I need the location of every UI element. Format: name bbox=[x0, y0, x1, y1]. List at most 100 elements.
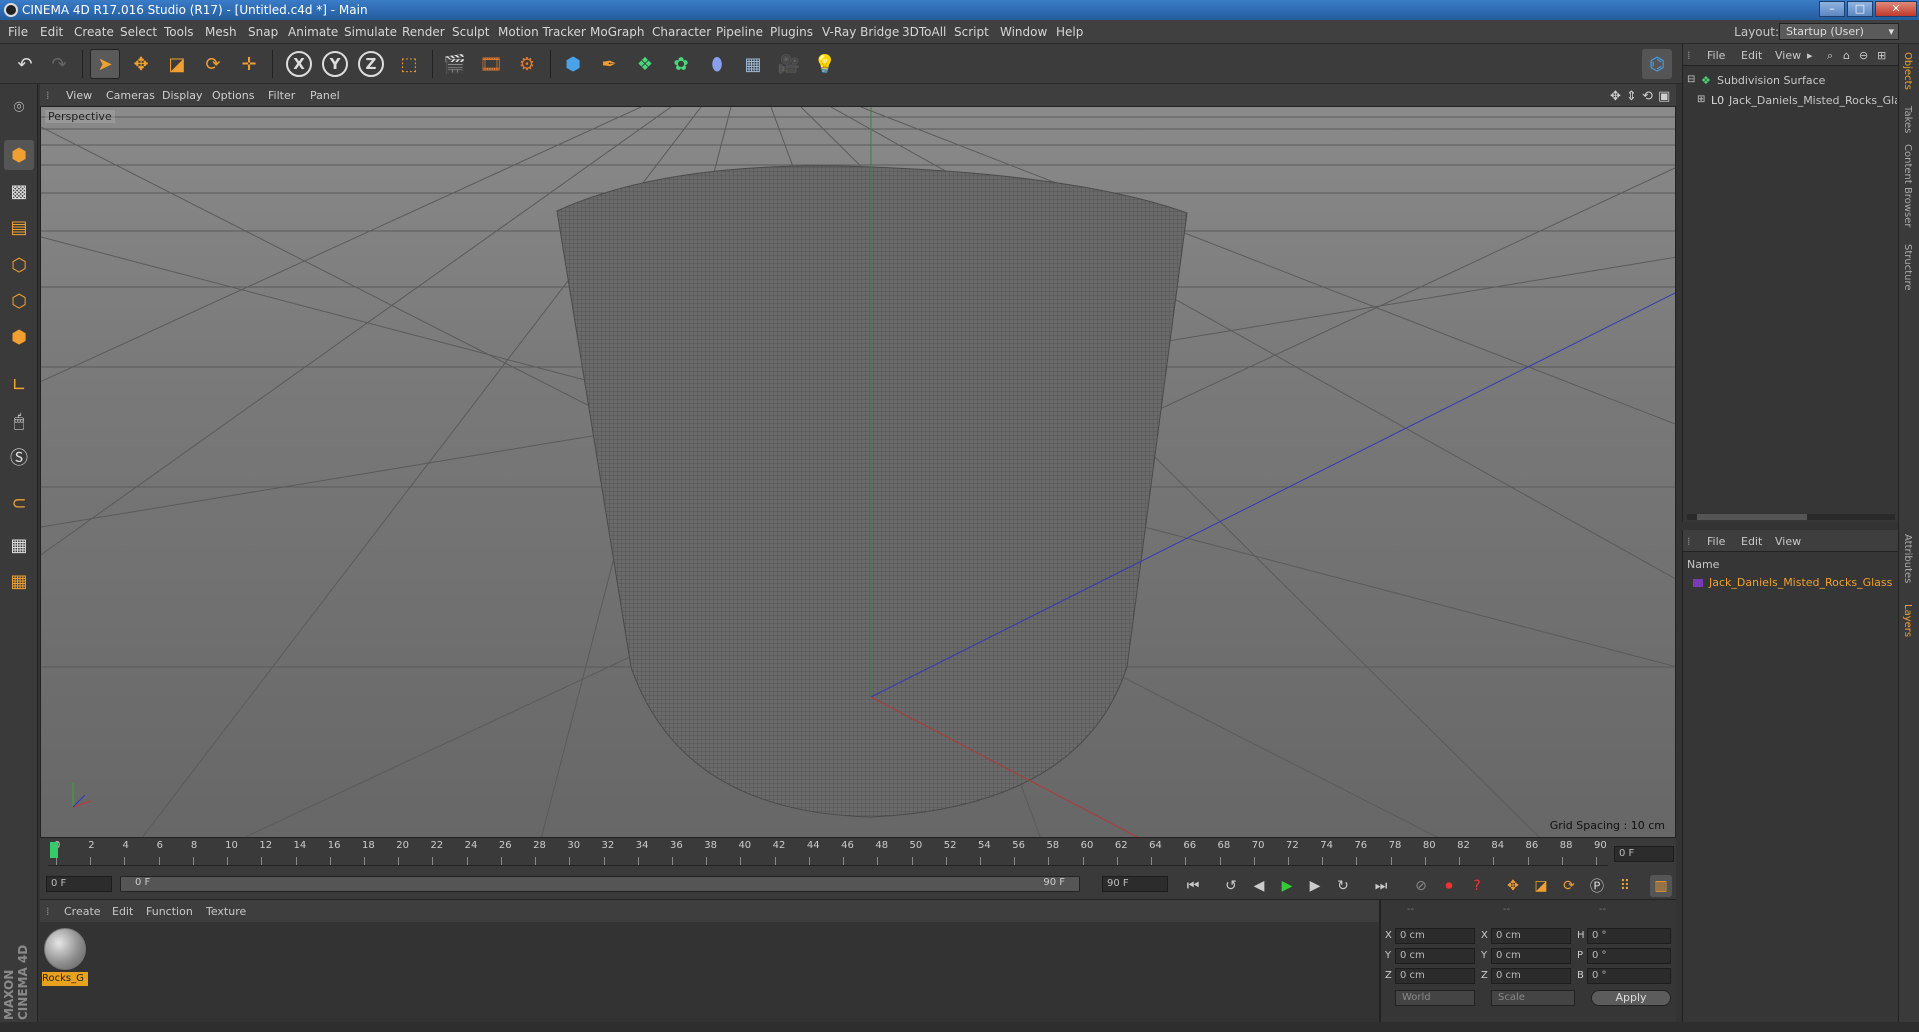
start-frame-field[interactable]: 0 F bbox=[46, 876, 112, 892]
home-icon[interactable]: ⌂ bbox=[1843, 49, 1850, 62]
add-deformer-button[interactable]: ⬮ bbox=[702, 49, 732, 79]
size-z-field[interactable]: 0 cm bbox=[1491, 968, 1571, 984]
maximize-button[interactable]: □ bbox=[1847, 1, 1873, 17]
collapse-icon[interactable]: ⊟ bbox=[1687, 74, 1695, 85]
layer-menu-view[interactable]: View bbox=[1775, 535, 1801, 548]
tab-takes[interactable]: Takes bbox=[1902, 106, 1913, 133]
menu-pipeline[interactable]: Pipeline bbox=[716, 25, 763, 39]
object-menu-file[interactable]: File bbox=[1707, 49, 1725, 62]
rotate-view-icon[interactable]: ⟲ bbox=[1642, 89, 1653, 104]
workplane-mode-button[interactable]: ▤ bbox=[4, 212, 34, 242]
playhead-marker[interactable] bbox=[50, 842, 58, 858]
layer-name[interactable]: Jack_Daniels_Misted_Rocks_Glass bbox=[1709, 576, 1892, 589]
rotation-p-field[interactable]: 0 ° bbox=[1587, 948, 1671, 964]
material-name-label[interactable]: Rocks_G bbox=[42, 972, 88, 986]
menu-help[interactable]: Help bbox=[1056, 25, 1083, 39]
size-x-field[interactable]: 0 cm bbox=[1491, 928, 1571, 944]
move-tool-button[interactable]: ✥ bbox=[126, 49, 156, 79]
texture-mode-button[interactable]: ▩ bbox=[4, 176, 34, 206]
current-frame-field[interactable]: 0 F bbox=[1614, 846, 1674, 862]
axis-mode-button[interactable]: ∟ bbox=[4, 370, 34, 400]
menu-file[interactable]: File bbox=[8, 25, 28, 39]
z-axis-lock-button[interactable]: Z bbox=[358, 51, 384, 77]
next-key-button[interactable]: ↻ bbox=[1332, 875, 1354, 897]
viewport-camera-label[interactable]: Perspective bbox=[45, 110, 115, 123]
material-menu-function[interactable]: Function bbox=[146, 905, 193, 918]
keyframe-selection-button[interactable]: ⊘ bbox=[1410, 875, 1432, 897]
menu-render[interactable]: Render bbox=[402, 25, 445, 39]
python-button[interactable]: ⌬ bbox=[1642, 49, 1672, 79]
go-to-end-button[interactable]: ⏭ bbox=[1370, 875, 1392, 897]
go-to-start-button[interactable]: ⏮ bbox=[1182, 875, 1204, 897]
viewport-menu-cameras[interactable]: Cameras bbox=[106, 89, 155, 102]
menu-vray-bridge[interactable]: V-Ray Bridge bbox=[822, 25, 899, 39]
record-scale-button[interactable]: ◪ bbox=[1530, 875, 1552, 897]
object-menu-edit[interactable]: Edit bbox=[1741, 49, 1762, 62]
next-frame-button[interactable]: ▶ bbox=[1304, 875, 1326, 897]
viewport-menu-view[interactable]: View bbox=[66, 89, 92, 102]
menu-animate[interactable]: Animate bbox=[288, 25, 338, 39]
menu-character[interactable]: Character bbox=[652, 25, 711, 39]
make-editable-button[interactable]: ⌾ bbox=[4, 92, 34, 122]
layer-menu-edit[interactable]: Edit bbox=[1741, 535, 1762, 548]
menu-edit[interactable]: Edit bbox=[40, 25, 63, 39]
render-picture-viewer-button[interactable]: 🎞 bbox=[476, 49, 506, 79]
rocks-glass-mesh[interactable] bbox=[556, 165, 1188, 818]
tree-item-subdivision[interactable]: ⊟ ❖ Subdivision Surface bbox=[1687, 74, 1897, 88]
expand-icon[interactable]: ⊞ bbox=[1697, 94, 1705, 105]
menu-mesh[interactable]: Mesh bbox=[205, 25, 237, 39]
tab-content-browser[interactable]: Content Browser bbox=[1902, 144, 1913, 227]
tab-layers[interactable]: Layers bbox=[1902, 604, 1913, 637]
rotate-tool-button[interactable]: ⟳ bbox=[198, 49, 228, 79]
search-icon[interactable]: ⌕ bbox=[1827, 49, 1833, 63]
menu-select[interactable]: Select bbox=[120, 25, 157, 39]
live-selection-button[interactable]: ➤ bbox=[90, 49, 120, 79]
tab-objects[interactable]: Objects bbox=[1902, 52, 1913, 90]
previous-frame-button[interactable]: ◀ bbox=[1248, 875, 1270, 897]
position-z-field[interactable]: 0 cm bbox=[1395, 968, 1475, 984]
record-point-level-button[interactable]: ⠿ bbox=[1614, 875, 1636, 897]
pan-view-icon[interactable]: ✥ bbox=[1610, 89, 1621, 104]
tab-structure[interactable]: Structure bbox=[1902, 244, 1913, 291]
menu-snap[interactable]: Snap bbox=[248, 25, 278, 39]
material-menu-texture[interactable]: Texture bbox=[206, 905, 246, 918]
layer-menu-file[interactable]: File bbox=[1707, 535, 1725, 548]
add-mograph-cloner-button[interactable]: ✿ bbox=[666, 49, 696, 79]
3d-viewport[interactable]: Perspective Grid Spacing : 10 cm bbox=[40, 106, 1676, 838]
points-mode-button[interactable]: ⬡ bbox=[4, 250, 34, 280]
add-spline-button[interactable]: ✒ bbox=[594, 49, 624, 79]
redo-button[interactable]: ↷ bbox=[44, 49, 74, 79]
model-mode-button[interactable]: ⬢ bbox=[4, 140, 34, 170]
record-keys-button[interactable]: ⏺ bbox=[1438, 875, 1460, 897]
viewport-menu-display[interactable]: Display bbox=[162, 89, 203, 102]
menu-script[interactable]: Script bbox=[954, 25, 989, 39]
tab-attributes[interactable]: Attributes bbox=[1902, 534, 1913, 583]
menu-plugins[interactable]: Plugins bbox=[770, 25, 813, 39]
record-rotation-button[interactable]: ⟳ bbox=[1558, 875, 1580, 897]
filter-icon[interactable]: ⊖ bbox=[1859, 49, 1868, 62]
y-axis-lock-button[interactable]: Y bbox=[322, 51, 348, 77]
magnet-button[interactable]: ⊂ bbox=[4, 488, 34, 518]
viewport-menu-panel[interactable]: Panel bbox=[310, 89, 340, 102]
position-x-field[interactable]: 0 cm bbox=[1395, 928, 1475, 944]
toggle-view-icon[interactable]: ▣ bbox=[1658, 89, 1670, 104]
polygons-mode-button[interactable]: ⬢ bbox=[4, 322, 34, 352]
frame-range-slider[interactable]: 0 F 90 F bbox=[120, 876, 1080, 892]
edges-mode-button[interactable]: ⬡ bbox=[4, 286, 34, 316]
rotation-h-field[interactable]: 0 ° bbox=[1587, 928, 1671, 944]
snapping-button[interactable]: Ⓢ bbox=[4, 442, 34, 472]
size-mode-dropdown[interactable]: Scale bbox=[1491, 990, 1575, 1006]
apply-button[interactable]: Apply bbox=[1591, 990, 1671, 1006]
end-frame-field[interactable]: 90 F bbox=[1102, 876, 1168, 892]
viewport-menu-filter[interactable]: Filter bbox=[268, 89, 295, 102]
layer-row[interactable]: Jack_Daniels_Misted_Rocks_Glass bbox=[1687, 576, 1897, 590]
rotation-b-field[interactable]: 0 ° bbox=[1587, 968, 1671, 984]
tree-item-glass[interactable]: ⊞ L0 Jack_Daniels_Misted_Rocks_Glas bbox=[1697, 94, 1897, 108]
tweak-mode-button[interactable]: 🖱 bbox=[4, 406, 34, 436]
add-floor-button[interactable]: ▦ bbox=[738, 49, 768, 79]
minimize-button[interactable]: – bbox=[1819, 1, 1845, 17]
menu-window[interactable]: Window bbox=[1000, 25, 1047, 39]
close-button[interactable]: ✕ bbox=[1875, 1, 1917, 17]
scale-tool-button[interactable]: ◪ bbox=[162, 49, 192, 79]
layout-dropdown[interactable]: Startup (User) ▾ bbox=[1779, 23, 1899, 40]
